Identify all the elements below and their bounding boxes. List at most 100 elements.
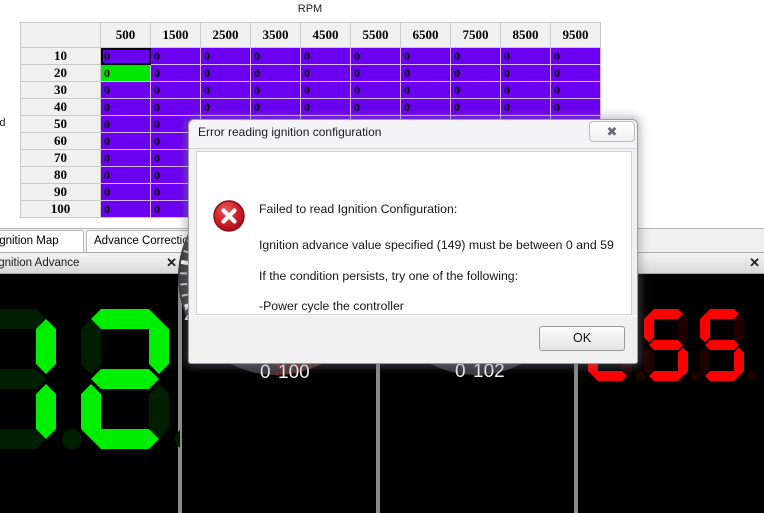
grid-cell-r40-c500[interactable]: 0	[100, 98, 151, 116]
dialog-title: Error reading ignition configuration	[198, 125, 382, 139]
grid-row-header-10[interactable]: 10	[20, 47, 101, 65]
grid-cell-r10-c2500[interactable]: 0	[200, 47, 251, 65]
grid-col-header-8500[interactable]: 8500	[500, 22, 551, 48]
dialog-line-4: -Power cycle the controller	[259, 299, 404, 313]
grid-cell-r30-c5500[interactable]: 0	[350, 81, 401, 99]
grid-cell-r100-c500[interactable]: 0	[100, 200, 151, 218]
grid-col-header-6500[interactable]: 6500	[400, 22, 451, 48]
grid-cell-r10-c9500[interactable]: 0	[550, 47, 601, 65]
grid-cell-r10-c500[interactable]: 0	[100, 47, 151, 65]
grid-cell-r20-c2500[interactable]: 0	[200, 64, 251, 82]
grid-cell-r40-c3500[interactable]: 0	[250, 98, 301, 116]
grid-cell-r40-c8500[interactable]: 0	[500, 98, 551, 116]
grid-cell-r30-c500[interactable]: 0	[100, 81, 151, 99]
table-row[interactable]: 10 0 0 0 0 0 0 0 0 0 0	[20, 47, 601, 65]
grid-cell-r90-c500[interactable]: 0	[100, 183, 151, 201]
ok-button[interactable]: OK	[539, 326, 625, 351]
dialog-line-1: Failed to read Ignition Configuration:	[259, 202, 458, 216]
segment-b	[678, 314, 688, 343]
grid-cell-r20-c1500[interactable]: 0	[150, 64, 201, 82]
grid-row-header-90[interactable]: 90	[20, 183, 101, 201]
grid-cell-r80-c500[interactable]: 0	[100, 166, 151, 184]
grid-row-header-60[interactable]: 60	[20, 132, 101, 150]
grid-cell-r20-c9500[interactable]: 0	[550, 64, 601, 82]
grid-col-header-2500[interactable]: 2500	[200, 22, 251, 48]
segment-c	[734, 347, 744, 376]
segment-a	[705, 309, 739, 319]
decimal-point	[747, 371, 757, 381]
grid-cell-r30-c1500[interactable]: 0	[150, 81, 201, 99]
grid-cell-r30-c6500[interactable]: 0	[400, 81, 451, 99]
grid-col-header-1500[interactable]: 1500	[150, 22, 201, 48]
segment-e	[644, 347, 654, 376]
grid-cell-r30-c3500[interactable]: 0	[250, 81, 301, 99]
grid-cell-r20-c6500[interactable]: 0	[400, 64, 451, 82]
grid-col-header-500[interactable]: 500	[100, 22, 151, 48]
grid-cell-r40-c1500[interactable]: 0	[150, 98, 201, 116]
grid-cell-r40-c9500[interactable]: 0	[550, 98, 601, 116]
grid-cell-r10-c6500[interactable]: 0	[400, 47, 451, 65]
segment-a	[91, 309, 159, 329]
grid-cell-r40-c5500[interactable]: 0	[350, 98, 401, 116]
grid-cell-r60-c500[interactable]: 0	[100, 132, 151, 150]
grid-row-header-30[interactable]: 30	[20, 81, 101, 99]
grid-row-header-20[interactable]: 20	[20, 64, 101, 82]
tab-ignition-map[interactable]: Ignition Map	[0, 230, 84, 253]
grid-col-header-7500[interactable]: 7500	[450, 22, 501, 48]
advance-display-panel	[0, 274, 195, 513]
grid-cell-r20-c5500[interactable]: 0	[350, 64, 401, 82]
grid-col-header-9500[interactable]: 9500	[550, 22, 601, 48]
grid-cell-r40-c7500[interactable]: 0	[450, 98, 501, 116]
close-icon[interactable]: ✕	[749, 253, 760, 273]
segment-d	[649, 371, 683, 381]
grid-cell-r10-c1500[interactable]: 0	[150, 47, 201, 65]
grid-cell-r20-c8500[interactable]: 0	[500, 64, 551, 82]
grid-cell-r10-c5500[interactable]: 0	[350, 47, 401, 65]
close-icon[interactable]: ✕	[166, 253, 177, 273]
segment-e	[81, 384, 101, 439]
grid-cell-r10-c8500[interactable]: 0	[500, 47, 551, 65]
table-row[interactable]: 30 0 0 0 0 0 0 0 0 0 0	[20, 81, 601, 99]
grid-cell-r70-c500[interactable]: 0	[100, 149, 151, 167]
segment-d	[91, 429, 159, 449]
close-icon[interactable]: ✖	[589, 121, 635, 142]
table-row[interactable]: 40 0 0 0 0 0 0 0 0 0 0	[20, 98, 601, 116]
grid-col-header-5500[interactable]: 5500	[350, 22, 401, 48]
grid-cell-r40-c4500[interactable]: 0	[300, 98, 351, 116]
grid-row-header-40[interactable]: 40	[20, 98, 101, 116]
grid-cell-r30-c8500[interactable]: 0	[500, 81, 551, 99]
segment-g	[705, 340, 739, 350]
segment-g	[91, 369, 159, 389]
grid-cell-r40-c2500[interactable]: 0	[200, 98, 251, 116]
grid-cell-r30-c2500[interactable]: 0	[200, 81, 251, 99]
grid-cell-r10-c3500[interactable]: 0	[250, 47, 301, 65]
grid-col-header-3500[interactable]: 3500	[250, 22, 301, 48]
seven-segment-digit	[700, 309, 757, 381]
grid-cell-r20-c3500[interactable]: 0	[250, 64, 301, 82]
grid-corner-cell	[20, 22, 101, 48]
kpa-tick-102: 102	[473, 361, 505, 382]
grid-cell-r20-c500[interactable]: 0	[100, 64, 151, 82]
table-row[interactable]: 20 0 0 0 0 0 0 0 0 0 0	[20, 64, 601, 82]
grid-row-header-50[interactable]: 50	[20, 115, 101, 133]
grid-cell-r10-c7500[interactable]: 0	[450, 47, 501, 65]
grid-row-header-80[interactable]: 80	[20, 166, 101, 184]
segment-b	[149, 319, 169, 374]
grid-cell-r10-c4500[interactable]: 0	[300, 47, 351, 65]
segment-c	[36, 384, 56, 439]
grid-row-header-100[interactable]: 100	[20, 200, 101, 218]
segment-a	[649, 309, 683, 319]
seven-segment-digit	[0, 309, 82, 449]
segment-d	[705, 371, 739, 381]
grid-cell-r20-c7500[interactable]: 0	[450, 64, 501, 82]
grid-col-header-4500[interactable]: 4500	[300, 22, 351, 48]
gauge-minor-tick	[180, 272, 188, 275]
grid-cell-r20-c4500[interactable]: 0	[300, 64, 351, 82]
grid-cell-r30-c4500[interactable]: 0	[300, 81, 351, 99]
error-icon	[213, 200, 245, 232]
grid-row-header-70[interactable]: 70	[20, 149, 101, 167]
grid-cell-r30-c9500[interactable]: 0	[550, 81, 601, 99]
grid-cell-r50-c500[interactable]: 0	[100, 115, 151, 133]
grid-cell-r40-c6500[interactable]: 0	[400, 98, 451, 116]
grid-cell-r30-c7500[interactable]: 0	[450, 81, 501, 99]
